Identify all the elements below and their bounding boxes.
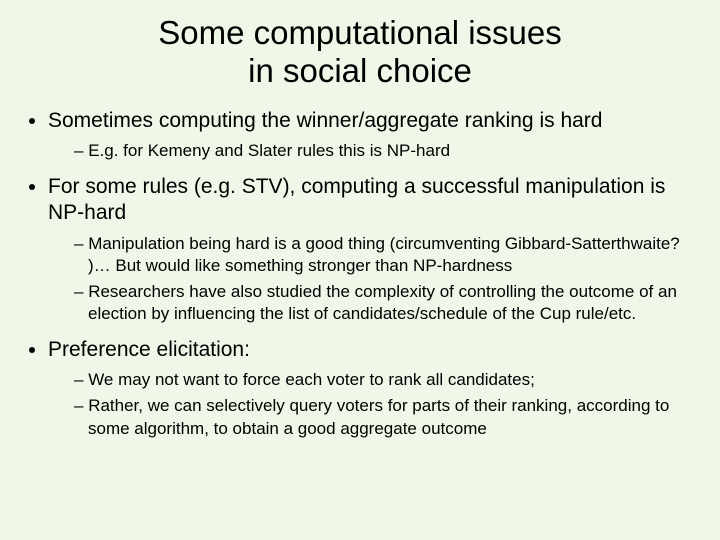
title-line-1: Some computational issues — [158, 14, 562, 51]
bullet-2-text: For some rules (e.g. STV), computing a s… — [48, 175, 665, 224]
bullet-list: Sometimes computing the winner/aggregate… — [20, 108, 700, 440]
bullet-3: Preference elicitation: We may not want … — [48, 337, 700, 440]
bullet-3-sub-2: Rather, we can selectively query voters … — [74, 395, 700, 439]
bullet-3-sublist: We may not want to force each voter to r… — [48, 369, 700, 439]
bullet-2-sublist: Manipulation being hard is a good thing … — [48, 233, 700, 325]
title-line-2: in social choice — [248, 52, 472, 89]
bullet-1-text: Sometimes computing the winner/aggregate… — [48, 109, 602, 132]
bullet-2-sub-2: Researchers have also studied the comple… — [74, 281, 700, 325]
bullet-3-sub-1: We may not want to force each voter to r… — [74, 369, 700, 391]
bullet-1: Sometimes computing the winner/aggregate… — [48, 108, 700, 162]
slide: Some computational issues in social choi… — [0, 0, 720, 540]
bullet-1-sub-1: E.g. for Kemeny and Slater rules this is… — [74, 140, 700, 162]
bullet-3-text: Preference elicitation: — [48, 338, 250, 361]
bullet-2-sub-1: Manipulation being hard is a good thing … — [74, 233, 700, 277]
slide-title: Some computational issues in social choi… — [20, 14, 700, 90]
bullet-1-sublist: E.g. for Kemeny and Slater rules this is… — [48, 140, 700, 162]
bullet-2: For some rules (e.g. STV), computing a s… — [48, 174, 700, 325]
